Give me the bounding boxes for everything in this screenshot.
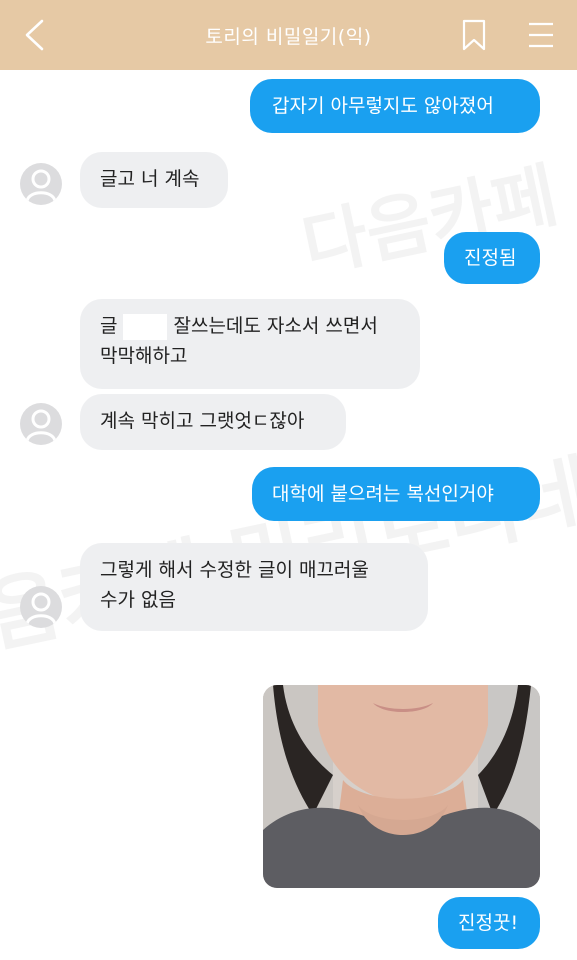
incoming-message[interactable]: 글고 너 계속 — [80, 152, 228, 208]
message-line: 수가 없음 — [100, 589, 176, 611]
message-text: 글고 너 계속 — [100, 168, 200, 190]
user-avatar-icon — [25, 409, 57, 442]
bookmark-button[interactable] — [461, 19, 487, 51]
incoming-message[interactable]: 글 잘쓰는데도 자소서 쓰면서 막막해하고 — [80, 299, 420, 389]
message-text: 글 — [100, 315, 118, 337]
outgoing-message[interactable]: 대학에 붙으려는 복선인거야 — [252, 467, 540, 521]
message-text: 진정꿋! — [458, 912, 519, 934]
message-text: 잘쓰는데도 자소서 쓰면서 — [173, 315, 378, 337]
avatar[interactable] — [20, 163, 62, 205]
user-avatar-icon — [25, 592, 57, 625]
message-text: 갑자기 아무렇지도 않아졌어 — [272, 95, 494, 117]
incoming-message[interactable]: 그렇게 해서 수정한 글이 매끄러울 수가 없음 — [80, 543, 428, 631]
message-line: 글 잘쓰는데도 자소서 쓰면서 — [100, 311, 400, 341]
redacted-area — [123, 313, 168, 340]
message-text: 대학에 붙으려는 복선인거야 — [272, 483, 494, 505]
incoming-message[interactable]: 계속 막히고 그랫엇ㄷ잖아 — [80, 394, 346, 450]
message-line: 막막해하고 — [100, 345, 188, 367]
page-title: 토리의 비밀일기(익) — [205, 26, 372, 48]
app-header: 토리의 비밀일기(익) — [0, 0, 577, 70]
bookmark-icon — [462, 19, 486, 51]
photo-image — [263, 685, 540, 888]
photo-message[interactable] — [263, 685, 540, 888]
menu-button[interactable] — [527, 20, 555, 50]
message-line: 그렇게 해서 수정한 글이 매끄러울 — [100, 559, 369, 581]
outgoing-message[interactable]: 갑자기 아무렇지도 않아졌어 — [250, 79, 540, 133]
avatar[interactable] — [20, 586, 62, 628]
user-avatar-icon — [25, 169, 57, 202]
message-text: 진정됨 — [464, 247, 517, 269]
hamburger-menu-icon — [529, 22, 553, 48]
avatar[interactable] — [20, 403, 62, 445]
message-text: 계속 막히고 그랫엇ㄷ잖아 — [100, 410, 305, 432]
chat-area[interactable]: 다음카페 음카페 밀리토리네 믈 갑자기 아무렇지도 않아졌어 글고 너 계속 … — [0, 70, 577, 960]
outgoing-message[interactable]: 진정꿋! — [438, 897, 540, 949]
outgoing-message[interactable]: 진정됨 — [444, 232, 540, 284]
